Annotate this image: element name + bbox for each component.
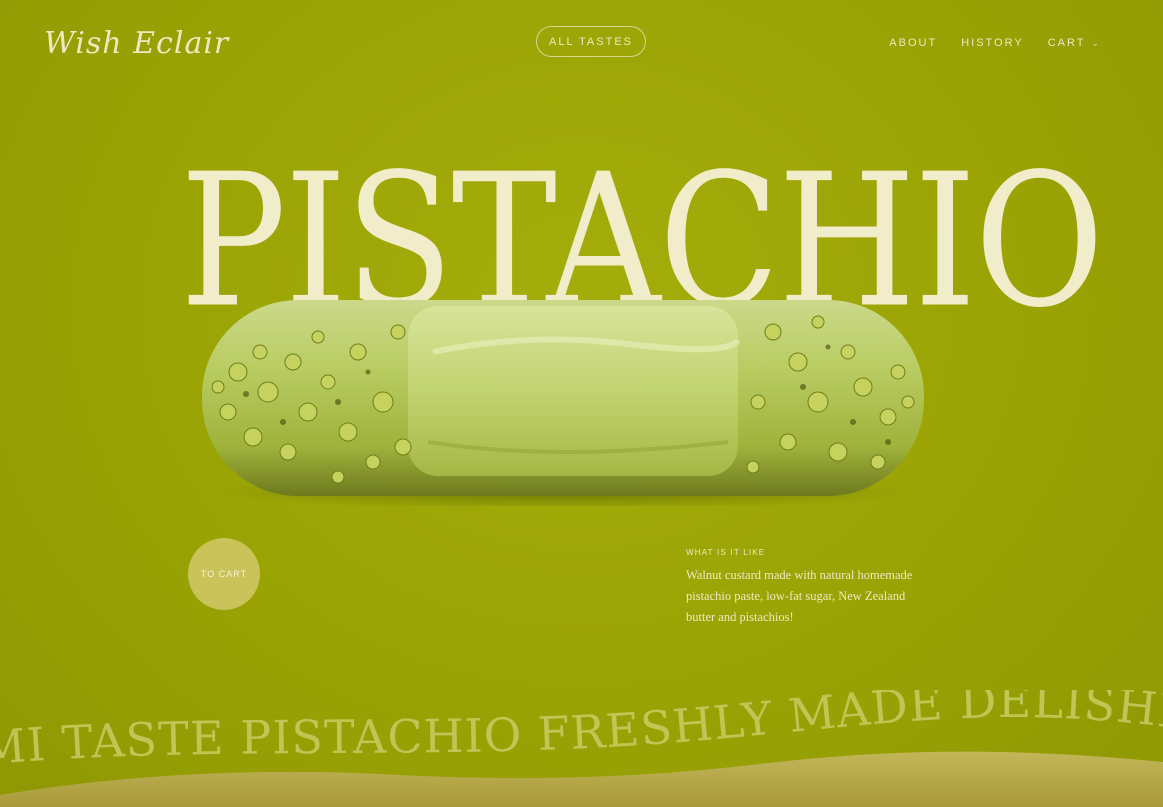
chevron-down-icon: ⌄ [1091,37,1101,48]
eclair-image [202,300,924,506]
marquee-wave: MI TASTE PISTACHIO FRESHLY MADE DELISHIO… [0,690,1163,807]
all-tastes-button[interactable]: ALL TASTES [536,26,646,57]
logo[interactable]: Wish Eclair [44,26,229,61]
description-label: WHAT IS IT LIKE [686,548,766,557]
description-block: WHAT IS IT LIKE Walnut custard made with… [686,548,926,628]
nav-cart-label: CART [1047,37,1086,49]
description-text: Walnut custard made with natural homemad… [686,568,913,624]
main-nav: ABOUT HISTORY CART ⌄ [889,37,1101,49]
to-cart-button[interactable]: TO CART [188,538,260,610]
nav-about[interactable]: ABOUT [889,37,937,49]
nav-history[interactable]: HISTORY [961,37,1024,49]
page-background: Wish Eclair ALL TASTES ABOUT HISTORY CAR… [0,0,1163,807]
nav-cart[interactable]: CART ⌄ [1048,37,1101,49]
